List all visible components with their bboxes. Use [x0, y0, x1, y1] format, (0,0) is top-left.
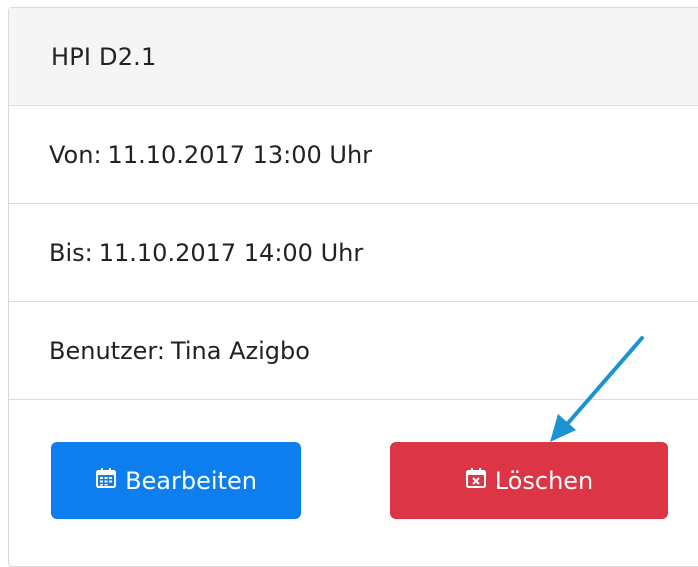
to-value: 11.10.2017 14:00 Uhr: [98, 238, 364, 267]
edit-button-label: Bearbeiten: [125, 466, 257, 495]
delete-button[interactable]: Löschen: [390, 442, 668, 519]
edit-button[interactable]: Bearbeiten: [51, 442, 301, 519]
from-label: Von:: [49, 140, 102, 169]
user-label: Benutzer:: [49, 336, 165, 365]
user-row: Benutzer: Tina Azigbo: [9, 302, 698, 400]
from-row: Von: 11.10.2017 13:00 Uhr: [9, 106, 698, 204]
room-title: HPI D2.1: [51, 42, 157, 71]
from-value: 11.10.2017 13:00 Uhr: [107, 140, 373, 169]
card-actions: Bearbeiten Löschen: [9, 400, 698, 560]
card-header: HPI D2.1: [9, 8, 698, 106]
delete-button-label: Löschen: [494, 466, 594, 495]
calendar-x-icon: [465, 467, 495, 495]
to-row: Bis: 11.10.2017 14:00 Uhr: [9, 204, 698, 302]
to-label: Bis:: [49, 238, 93, 267]
calendar-icon: [95, 467, 125, 495]
booking-card: HPI D2.1 Von: 11.10.2017 13:00 Uhr Bis: …: [8, 7, 698, 567]
user-value: Tina Azigbo: [170, 336, 310, 365]
